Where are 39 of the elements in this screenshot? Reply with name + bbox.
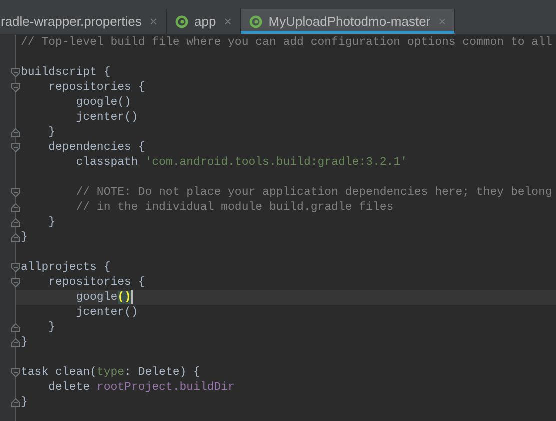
fold-marker-icon[interactable] (11, 142, 21, 152)
code-line: } (20, 395, 29, 410)
editor-tab[interactable]: app × (166, 9, 241, 34)
code-line: // Top-level build file where you can add configuration options common to all (20, 35, 554, 50)
code-line: } (48, 215, 57, 230)
code-line: google() (75, 95, 132, 110)
close-button[interactable]: × (224, 14, 232, 29)
fold-marker-icon[interactable] (11, 202, 21, 212)
code-line: } (20, 335, 29, 350)
code-line: repositories { (48, 275, 146, 290)
code-line: jcenter() (75, 305, 140, 320)
code-line: // in the individual module build.gradle files (75, 200, 395, 215)
fold-marker-icon[interactable] (11, 68, 21, 78)
code-line: // NOTE: Do not place your application dependencies here; they belong (75, 185, 554, 200)
fold-marker-icon[interactable] (11, 218, 21, 228)
fold-marker-icon[interactable] (11, 188, 21, 198)
fold-marker-icon[interactable] (11, 232, 21, 242)
fold-marker-icon[interactable] (11, 322, 21, 332)
fold-marker-icon[interactable] (11, 262, 21, 272)
code-line: buildscript { (20, 65, 112, 80)
code-line: } (48, 320, 57, 335)
code-line: jcenter() (75, 110, 140, 125)
code-line: classpath 'com.android.tools.build:gradle:3.2.1' (75, 155, 408, 170)
editor-tab[interactable]: MyUploadPhotodmo-master × (240, 9, 456, 34)
code-line: } (48, 125, 57, 140)
code-line: delete rootProject.buildDir (48, 380, 236, 395)
editor-tab[interactable]: radle-wrapper.properties × (0, 9, 166, 34)
code-line: task clean(type: Delete) { (20, 365, 202, 380)
fold-marker-icon[interactable] (11, 128, 21, 138)
fold-marker-icon[interactable] (11, 368, 21, 378)
code-line: repositories { (48, 80, 146, 95)
code-line: allprojects { (20, 260, 112, 275)
code-line: dependencies { (48, 140, 146, 155)
close-button[interactable]: × (150, 14, 158, 29)
fold-marker-icon[interactable] (11, 82, 21, 92)
fold-marker-icon[interactable] (11, 338, 21, 348)
fold-marker-icon[interactable] (11, 398, 21, 408)
code-line: } (20, 230, 29, 245)
fold-marker-icon[interactable] (11, 278, 21, 288)
